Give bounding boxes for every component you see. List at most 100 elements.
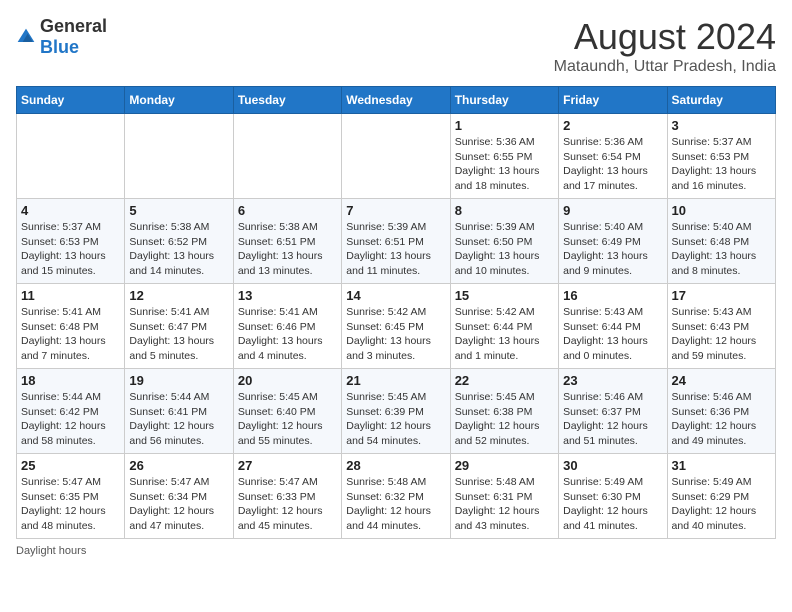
- calendar-cell: 25 Sunrise: 5:47 AM Sunset: 6:35 PM Dayli…: [17, 454, 125, 539]
- calendar-cell: 19Sunrise: 5:44 AM Sunset: 6:41 PM Dayli…: [125, 369, 233, 454]
- title-area: August 2024 Mataundh, Uttar Pradesh, Ind…: [554, 16, 776, 76]
- day-number: 28: [346, 458, 445, 473]
- day-info: Sunrise: 5:38 AM Sunset: 6:51 PM Dayligh…: [238, 220, 337, 279]
- day-info: Sunrise: 5:39 AM Sunset: 6:50 PM Dayligh…: [455, 220, 554, 279]
- week-row-4: 18Sunrise: 5:44 AM Sunset: 6:42 PM Dayli…: [17, 369, 776, 454]
- day-number: 1: [455, 118, 554, 133]
- day-number: 31: [672, 458, 771, 473]
- day-info: Sunrise: 5:38 AM Sunset: 6:52 PM Dayligh…: [129, 220, 228, 279]
- day-number: 14: [346, 288, 445, 303]
- week-row-5: 25 Sunrise: 5:47 AM Sunset: 6:35 PM Dayli…: [17, 454, 776, 539]
- calendar-cell: 3 Sunrise: 5:37 AM Sunset: 6:53 PM Daylig…: [667, 114, 775, 199]
- day-number: 12: [129, 288, 228, 303]
- day-info: Sunrise: 5:40 AM Sunset: 6:48 PM Dayligh…: [672, 220, 771, 279]
- calendar-cell: 10 Sunrise: 5:40 AM Sunset: 6:48 PM Dayli…: [667, 199, 775, 284]
- header: General Blue August 2024 Mataundh, Uttar…: [16, 16, 776, 76]
- day-number: 29: [455, 458, 554, 473]
- day-number: 3: [672, 118, 771, 133]
- day-info: Sunrise: 5:45 AM Sunset: 6:38 PM Dayligh…: [455, 390, 554, 449]
- day-info: Sunrise: 5:37 AM Sunset: 6:53 PM Dayligh…: [672, 135, 771, 194]
- calendar-cell: 5 Sunrise: 5:38 AM Sunset: 6:52 PM Daylig…: [125, 199, 233, 284]
- week-row-1: 1 Sunrise: 5:36 AM Sunset: 6:55 PM Daylig…: [17, 114, 776, 199]
- day-info: Sunrise: 5:43 AM Sunset: 6:43 PM Dayligh…: [672, 305, 771, 364]
- day-info: Sunrise: 5:47 AM Sunset: 6:35 PM Dayligh…: [21, 475, 120, 534]
- day-info: Sunrise: 5:49 AM Sunset: 6:29 PM Dayligh…: [672, 475, 771, 534]
- weekday-header-thursday: Thursday: [450, 87, 558, 114]
- calendar-cell: 6 Sunrise: 5:38 AM Sunset: 6:51 PM Daylig…: [233, 199, 341, 284]
- calendar-cell: 31 Sunrise: 5:49 AM Sunset: 6:29 PM Dayli…: [667, 454, 775, 539]
- weekday-header-saturday: Saturday: [667, 87, 775, 114]
- weekday-header-wednesday: Wednesday: [342, 87, 450, 114]
- day-info: Sunrise: 5:42 AM Sunset: 6:44 PM Dayligh…: [455, 305, 554, 364]
- day-info: Sunrise: 5:48 AM Sunset: 6:31 PM Dayligh…: [455, 475, 554, 534]
- day-info: Sunrise: 5:48 AM Sunset: 6:32 PM Dayligh…: [346, 475, 445, 534]
- calendar-cell: 1 Sunrise: 5:36 AM Sunset: 6:55 PM Daylig…: [450, 114, 558, 199]
- calendar-cell: 26 Sunrise: 5:47 AM Sunset: 6:34 PM Dayli…: [125, 454, 233, 539]
- calendar-cell: [125, 114, 233, 199]
- calendar-cell: 28 Sunrise: 5:48 AM Sunset: 6:32 PM Dayli…: [342, 454, 450, 539]
- weekday-header-monday: Monday: [125, 87, 233, 114]
- logo-text: General Blue: [40, 16, 107, 58]
- day-info: Sunrise: 5:46 AM Sunset: 6:36 PM Dayligh…: [672, 390, 771, 449]
- calendar-cell: 24 Sunrise: 5:46 AM Sunset: 6:36 PM Dayli…: [667, 369, 775, 454]
- calendar-cell: 14 Sunrise: 5:42 AM Sunset: 6:45 PM Dayli…: [342, 284, 450, 369]
- calendar-cell: 16 Sunrise: 5:43 AM Sunset: 6:44 PM Dayli…: [559, 284, 667, 369]
- weekday-header-tuesday: Tuesday: [233, 87, 341, 114]
- day-info: Sunrise: 5:42 AM Sunset: 6:45 PM Dayligh…: [346, 305, 445, 364]
- day-info: Sunrise: 5:41 AM Sunset: 6:48 PM Dayligh…: [21, 305, 120, 364]
- day-number: 25: [21, 458, 120, 473]
- calendar-cell: 11Sunrise: 5:41 AM Sunset: 6:48 PM Dayli…: [17, 284, 125, 369]
- calendar-cell: 15 Sunrise: 5:42 AM Sunset: 6:44 PM Dayli…: [450, 284, 558, 369]
- day-number: 21: [346, 373, 445, 388]
- calendar-cell: 18Sunrise: 5:44 AM Sunset: 6:42 PM Dayli…: [17, 369, 125, 454]
- calendar-cell: [342, 114, 450, 199]
- calendar-cell: 23Sunrise: 5:46 AM Sunset: 6:37 PM Dayli…: [559, 369, 667, 454]
- day-number: 6: [238, 203, 337, 218]
- day-info: Sunrise: 5:45 AM Sunset: 6:40 PM Dayligh…: [238, 390, 337, 449]
- calendar-cell: 29 Sunrise: 5:48 AM Sunset: 6:31 PM Dayli…: [450, 454, 558, 539]
- day-number: 4: [21, 203, 120, 218]
- calendar-cell: 2Sunrise: 5:36 AM Sunset: 6:54 PM Daylig…: [559, 114, 667, 199]
- logo: General Blue: [16, 16, 107, 58]
- day-number: 15: [455, 288, 554, 303]
- week-row-2: 4 Sunrise: 5:37 AM Sunset: 6:53 PM Daylig…: [17, 199, 776, 284]
- day-number: 7: [346, 203, 445, 218]
- day-number: 20: [238, 373, 337, 388]
- logo-icon: [16, 27, 36, 47]
- weekday-header-sunday: Sunday: [17, 87, 125, 114]
- weekday-header-friday: Friday: [559, 87, 667, 114]
- day-number: 9: [563, 203, 662, 218]
- day-number: 2: [563, 118, 662, 133]
- day-number: 8: [455, 203, 554, 218]
- day-info: Sunrise: 5:49 AM Sunset: 6:30 PM Dayligh…: [563, 475, 662, 534]
- week-row-3: 11Sunrise: 5:41 AM Sunset: 6:48 PM Dayli…: [17, 284, 776, 369]
- day-number: 19: [129, 373, 228, 388]
- day-number: 5: [129, 203, 228, 218]
- calendar-cell: [17, 114, 125, 199]
- calendar-cell: 17 Sunrise: 5:43 AM Sunset: 6:43 PM Dayli…: [667, 284, 775, 369]
- month-year: August 2024: [554, 16, 776, 58]
- day-info: Sunrise: 5:47 AM Sunset: 6:34 PM Dayligh…: [129, 475, 228, 534]
- calendar-cell: 13Sunrise: 5:41 AM Sunset: 6:46 PM Dayli…: [233, 284, 341, 369]
- day-number: 17: [672, 288, 771, 303]
- day-number: 30: [563, 458, 662, 473]
- calendar-cell: 7 Sunrise: 5:39 AM Sunset: 6:51 PM Daylig…: [342, 199, 450, 284]
- calendar-cell: 20 Sunrise: 5:45 AM Sunset: 6:40 PM Dayli…: [233, 369, 341, 454]
- day-info: Sunrise: 5:39 AM Sunset: 6:51 PM Dayligh…: [346, 220, 445, 279]
- day-info: Sunrise: 5:36 AM Sunset: 6:55 PM Dayligh…: [455, 135, 554, 194]
- day-number: 24: [672, 373, 771, 388]
- calendar-cell: 30 Sunrise: 5:49 AM Sunset: 6:30 PM Dayli…: [559, 454, 667, 539]
- weekday-header-row: SundayMondayTuesdayWednesdayThursdayFrid…: [17, 87, 776, 114]
- day-number: 18: [21, 373, 120, 388]
- day-info: Sunrise: 5:37 AM Sunset: 6:53 PM Dayligh…: [21, 220, 120, 279]
- day-number: 16: [563, 288, 662, 303]
- logo-general: General: [40, 16, 107, 36]
- day-number: 26: [129, 458, 228, 473]
- day-number: 10: [672, 203, 771, 218]
- calendar-cell: 12 Sunrise: 5:41 AM Sunset: 6:47 PM Dayli…: [125, 284, 233, 369]
- day-info: Sunrise: 5:41 AM Sunset: 6:47 PM Dayligh…: [129, 305, 228, 364]
- day-info: Sunrise: 5:40 AM Sunset: 6:49 PM Dayligh…: [563, 220, 662, 279]
- day-number: 23: [563, 373, 662, 388]
- day-info: Sunrise: 5:43 AM Sunset: 6:44 PM Dayligh…: [563, 305, 662, 364]
- location: Mataundh, Uttar Pradesh, India: [554, 58, 776, 76]
